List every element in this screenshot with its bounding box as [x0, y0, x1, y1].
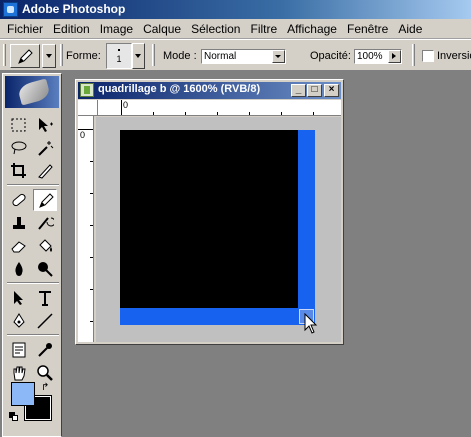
opacity-value[interactable]: 100% — [357, 51, 383, 62]
eraser-tool-icon[interactable] — [7, 235, 31, 257]
toolbox-separator — [7, 334, 59, 336]
toolbox-separator — [7, 282, 59, 284]
swap-colors-icon[interactable]: ↱ — [41, 382, 49, 393]
mouse-cursor-icon — [304, 313, 318, 334]
menu-selection[interactable]: Sélection — [186, 20, 245, 38]
options-bar: Forme: 1 Mode : Normal Opacité: 100% Inv… — [0, 39, 471, 71]
menu-fichier[interactable]: Fichier — [2, 20, 48, 38]
lasso-tool-icon[interactable] — [7, 137, 31, 159]
menu-calque[interactable]: Calque — [138, 20, 186, 38]
notes-tool-icon[interactable] — [7, 339, 31, 361]
options-grip[interactable] — [3, 44, 6, 66]
ruler-h-origin: 0 — [123, 100, 129, 110]
dodge-tool-icon[interactable] — [33, 258, 57, 280]
marquee-tool-icon[interactable] — [7, 114, 31, 136]
hand-tool-icon[interactable] — [7, 362, 31, 384]
menu-fenetre[interactable]: Fenêtre — [342, 20, 393, 38]
brush-dropdown[interactable] — [132, 43, 145, 69]
image-canvas[interactable] — [120, 130, 315, 325]
move-tool-icon[interactable] — [33, 114, 57, 136]
toolbox: ↱ — [2, 73, 62, 437]
app-title: Adobe Photoshop — [22, 2, 126, 16]
paint-bucket-tool-icon[interactable] — [33, 235, 57, 257]
document-icon — [80, 83, 94, 97]
blur-tool-icon[interactable] — [7, 258, 31, 280]
photoshop-icon — [3, 2, 18, 17]
mode-select[interactable]: Normal — [201, 49, 286, 64]
pencil-tool-icon[interactable] — [33, 189, 57, 211]
maximize-button[interactable]: □ — [307, 84, 322, 97]
magic-wand-tool-icon[interactable] — [33, 137, 57, 159]
document-titlebar[interactable]: quadrillage b @ 1600% (RVB/8) _ □ × — [78, 82, 341, 99]
invert-checkbox[interactable] — [422, 50, 434, 62]
ruler-corner[interactable] — [78, 100, 98, 116]
invert-label: Inversion — [437, 50, 471, 62]
brush-dot-icon — [118, 49, 120, 51]
brush-size: 1 — [116, 54, 122, 64]
type-tool-icon[interactable] — [33, 287, 57, 309]
brush-preview[interactable]: 1 — [106, 43, 132, 69]
zoom-tool-icon[interactable] — [33, 362, 57, 384]
options-separator — [152, 44, 155, 66]
tool-preset-dropdown[interactable] — [42, 44, 56, 68]
app-titlebar: Adobe Photoshop — [0, 0, 471, 19]
menu-aide[interactable]: Aide — [393, 20, 427, 38]
default-colors-icon[interactable] — [9, 412, 18, 421]
document-window: quadrillage b @ 1600% (RVB/8) _ □ × 0 0 — [75, 79, 344, 345]
opacity-input[interactable]: 100% — [354, 49, 402, 64]
mode-label: Mode : — [163, 50, 197, 62]
mode-value: Normal — [204, 51, 237, 62]
history-brush-tool-icon[interactable] — [33, 212, 57, 234]
options-separator — [412, 44, 415, 66]
blue-pixel-column[interactable] — [298, 130, 315, 325]
options-separator — [60, 44, 63, 66]
opacity-label: Opacité: — [310, 50, 351, 62]
minimize-button[interactable]: _ — [291, 84, 306, 97]
canvas-area[interactable] — [96, 117, 341, 342]
close-button[interactable]: × — [324, 84, 339, 97]
toolbox-header[interactable] — [5, 76, 59, 108]
menu-edition[interactable]: Edition — [48, 20, 95, 38]
menu-bar: Fichier Edition Image Calque Sélection F… — [0, 19, 471, 39]
toolbox-separator — [7, 184, 59, 186]
slice-tool-icon[interactable] — [33, 160, 57, 182]
chevron-down-icon[interactable] — [272, 50, 285, 63]
vertical-ruler[interactable]: 0 — [78, 116, 94, 342]
path-selection-tool-icon[interactable] — [7, 287, 31, 309]
tool-preset-picker[interactable] — [10, 44, 40, 68]
blue-pixel-row[interactable] — [120, 308, 315, 325]
pen-tool-icon[interactable] — [7, 310, 31, 332]
feather-logo-icon — [16, 78, 52, 106]
chevron-right-icon[interactable] — [388, 50, 401, 63]
menu-image[interactable]: Image — [95, 20, 138, 38]
horizontal-ruler[interactable]: 0 — [98, 100, 341, 116]
eyedropper-tool-icon[interactable] — [33, 339, 57, 361]
clone-stamp-tool-icon[interactable] — [7, 212, 31, 234]
menu-affichage[interactable]: Affichage — [282, 20, 342, 38]
brush-label: Forme: — [66, 50, 101, 62]
ruler-v-origin: 0 — [80, 130, 86, 140]
foreground-color-swatch[interactable] — [11, 382, 35, 406]
healing-brush-tool-icon[interactable] — [7, 189, 31, 211]
menu-filtre[interactable]: Filtre — [245, 20, 282, 38]
document-title: quadrillage b @ 1600% (RVB/8) — [98, 83, 261, 95]
line-tool-icon[interactable] — [33, 310, 57, 332]
crop-tool-icon[interactable] — [7, 160, 31, 182]
pencil-icon — [18, 49, 33, 64]
